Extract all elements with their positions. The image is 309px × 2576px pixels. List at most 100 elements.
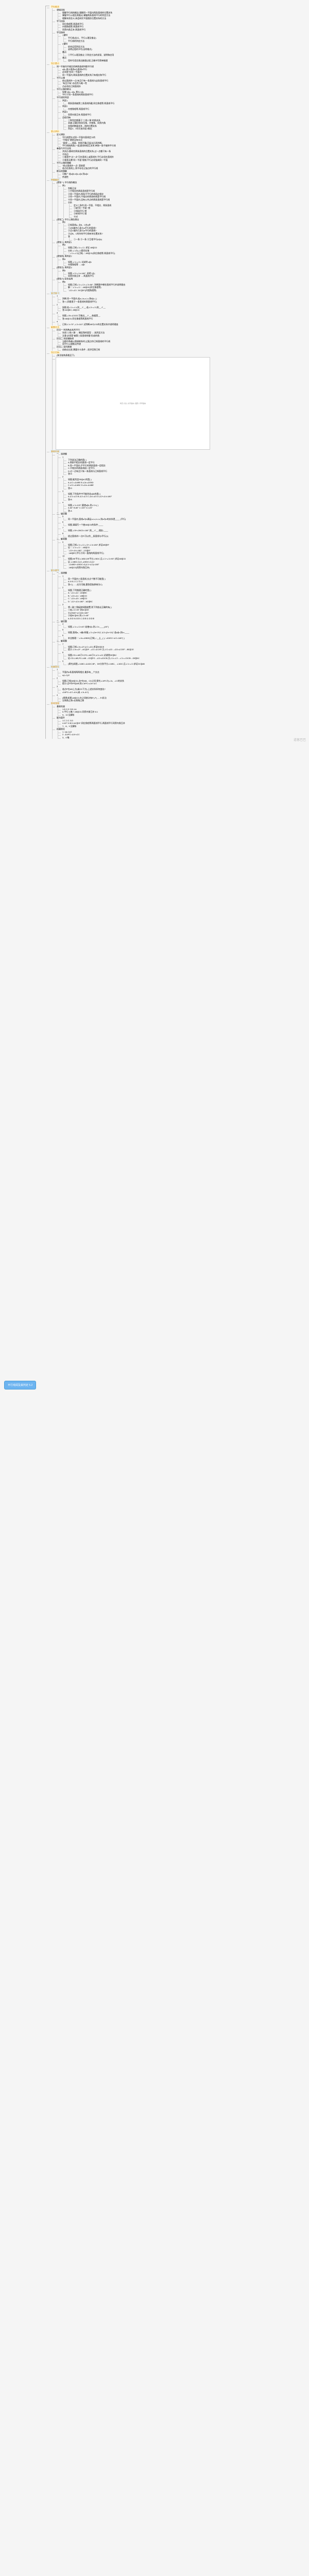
- tree-node: 如图,请填写一个使AB∥CD的条件:____: [67, 523, 304, 526]
- tree-node: 4(规律)如图,AB∥CD,在之间依次有P₁,P₂,…,Pₙ折点左侧角之和=右侧…: [56, 693, 304, 702]
- tree-node: 变式练习1判断:同一平面内,若a⊥b,a⊥c,则b∥c ( )答:√ (同垂直于…: [50, 292, 304, 326]
- tree-node: 一、选择题1下列说法正确的是( )A.两条不相交的直线一定平行B.同一平面内,不…: [56, 453, 304, 512]
- tree-node: 判定2内错角相等,两直线平行: [61, 105, 304, 110]
- tree-node: 不同点: [61, 153, 304, 156]
- tree-node: 经过直线外一点,有且只有一条直线与这条直线平行: [61, 79, 304, 82]
- tree-node: 答:√ (同垂直于一条直线的两直线平行): [61, 300, 304, 303]
- node-label: 3: [61, 489, 64, 493]
- leaf-text: ∵∠1=∠2(已知) ∴AB∥CD(同位角相等,两直线平行): [67, 252, 304, 255]
- tree-node: 如图,已知∠1=∠2=∠3=55°, 判断图中哪些直线平行并说明理由: [67, 283, 304, 286]
- tree-node: 如图,BE平分∠ABD,DE平分∠BDC,且∠1+∠2=90°,求证AB∥CD: [67, 557, 304, 560]
- leaf-text: D.过一点有且只有一条直线与已知直线平行: [67, 470, 304, 472]
- tree-node: 课程目标理解平行线的概念,理解同一平面内两条直线的位置关系掌握平行公理及其推论,…: [56, 8, 304, 20]
- tree-node: 6补全推理:∵∠A=∠BDE(已知),∴__∥__( ),∴∠DEC+∠C=18…: [61, 634, 304, 640]
- tree-node: 答:B: [67, 472, 304, 475]
- tree-node: 例6如图,已知∠1=∠2=∠3=55°, 判断图中哪些直线平行并说明理由解:∵∠…: [61, 280, 304, 292]
- tree-node: "直线"——线段、射线不算(可延长后再判断): [61, 142, 304, 144]
- tree-node: ∵∠1=∠2(已知) ∴AB∥CD(同位角相等,两直线平行): [67, 252, 304, 255]
- tree-node: 1.C 2.C 3.D: [61, 719, 304, 722]
- tree-node: 推论的理解可推广:若a∥b,b∥c,c∥d,则a∥d传递性: [56, 170, 304, 178]
- tree-node: 例1判断正误①不相交的两条直线是平行线②同一平面内,两条不平行的线段必相交③同一…: [61, 184, 304, 218]
- node-label: 10: [61, 554, 65, 557]
- leaf-text: A.60° B.80° C.100° D.120°: [67, 506, 304, 509]
- leaf-text: 如图,CD⊥AB于D,FG⊥AB于G,∠1=∠2,试说明DE∥BC: [67, 654, 304, 656]
- tree-node: 1平面内n条直线两两相交,最多有__个交点n(n-1)/2: [56, 668, 304, 676]
- tree-node: 平行线指两条(一组)直线的相互关系,单独一条不能称平行线: [61, 144, 304, 147]
- leaf-text: 提示:∠A=∠F→AC∥DF→∠C=∠CEF;又∠C=∠D→∠D=∠CEF→BD…: [67, 648, 304, 651]
- node-label: 3: [56, 311, 59, 314]
- tree-node: 提示:过P作PE∥AB,则∠APC=∠A+∠C: [61, 682, 304, 685]
- tree-node: [类型一] 平行线的概念例1判断正误①不相交的两条直线是平行线②同一平面内,两条…: [56, 181, 304, 218]
- leaf-text: 证:∵∠1=∠2 ∴AB∥CD: [67, 546, 304, 549]
- leaf-text: 内错角相等 → a∥b: [67, 263, 304, 266]
- leaf-text: 传递性: [61, 176, 304, 178]
- tree-node: 7、8、9 见解析: [61, 725, 304, 727]
- tree-node: 1判断:同一平面内,若a⊥b,a⊥c,则b∥c ( )答:√ (同垂直于一条直线…: [56, 295, 304, 303]
- tree-node: 平行公理经过直线外一点,有且只有一条直线与这条直线平行"有且只有":存在性与唯一…: [56, 76, 304, 88]
- tree-node: ①不相交的两条直线是平行线: [67, 190, 304, 192]
- tree-node: 同旁内角互补,两直线平行: [67, 113, 304, 116]
- tree-node: 一、选择题1同一平面内三条直线,交点个数不可能是( )A.0 B.1 C.2 D…: [56, 572, 304, 620]
- leaf-text: ②线段不行,错: [73, 210, 304, 212]
- tree-node: ④对: [73, 215, 304, 218]
- leaf-text: ①垂直中"过一点"可在直线上或直线外;平行必须在直线外: [61, 156, 304, 158]
- node-label: 4: [61, 501, 64, 504]
- node-label: 8: [61, 651, 64, 654]
- tree-node: 总结归纳三种判定都基于"三线八角"的角关系关键:正确识别同位角、内错角、同旁内角…: [61, 116, 304, 130]
- tree-node: 技法一 利用角关系判平行先找"三线八角"→ 确定角的类型 → 选判定方法注意:必…: [56, 329, 304, 337]
- leaf-text: 下列说法正确的是( ): [67, 459, 304, 461]
- tree-node: 判定 方法 | 文字语言 | 图形 | 符号语言: [56, 357, 304, 450]
- leaf-text: 平行线是针对同一平面内直线定义的: [61, 136, 304, 139]
- tree-node: ∵∠3+∠4=180° ∴CD∥EF: [67, 549, 304, 552]
- tree-node: 同一平面内不相交的两条直线叫做平行线a∥b 表示直线a与直线b平行必须是"在同一…: [56, 65, 304, 76]
- leaf-text: 同旁内角互补,两直线平行: [67, 113, 304, 116]
- leaf-text: 同一平面内,直线a与b满足a⊥c,b⊥c,则a与b的关系是____ (平行): [67, 518, 304, 520]
- tree-node: 2课时综合运用判定方法说明过程的书写(证明格式): [61, 42, 304, 50]
- tree-node: ①垂直中"过一点"可在直线上或直线外;平行必须在直线外: [61, 156, 304, 158]
- tree-node: 已知直线a, 点B、C在a外: [67, 224, 304, 226]
- tree-node: 内错角相等,两直线平行: [61, 25, 304, 28]
- tree-node: 1. n(n-1)/2: [61, 731, 304, 733]
- leaf-text: A.∠C=∠ABE B.∠A=∠EBD: [67, 481, 304, 484]
- leaf-text: 平行线(含义、平行公理及推论): [67, 37, 304, 39]
- tree-node: 同一平面内三条直线,交点个数不可能是( ): [67, 578, 304, 580]
- tree-node: 如图,∠B=∠DCE,可推出__∥__,依据是__: [61, 314, 304, 317]
- tree-node: [类型五] 用判定3例5如图,∠2+∠4=180°, 说明 l₁∥l₂同旁内角互…: [56, 266, 304, 278]
- tree-node: 综合运用判定方法: [67, 45, 304, 48]
- watermark: 道客巴巴: [294, 737, 306, 742]
- leaf-text: 答:B: [67, 472, 304, 475]
- leaf-text: 答:AD∥BC; AB∥CD: [61, 309, 304, 311]
- node-label: 4: [56, 320, 59, 323]
- tree-node: 1下列说法正确的是( )A.两条不相交的直线一定平行B.同一平面内,不平行的两条…: [61, 455, 304, 475]
- leaf-text: 平行于同一条直线的两条直线平行: [61, 93, 304, 96]
- tree-node: 1.B 2.D 3.B 4.A: [61, 708, 304, 710]
- tree-node: 知识要点同一平面内不相交的两条直线叫做平行线a∥b 表示直线a与直线b平行必须是…: [50, 62, 304, 130]
- tree-node: 如图,CD⊥AB于D,FG⊥AB于G,∠1=∠2,试说明DE∥BC: [67, 654, 304, 656]
- tree-node: 能力提升一、选择题1同一平面内三条直线,交点个数不可能是( )A.0 B.1 C…: [50, 569, 304, 665]
- tree-node: 技法三 逆向推理由结论出发,需要什么条件→逐步回到已知: [56, 346, 304, 351]
- tree-node: 理解平行线的概念,理解同一平面内两条直线的位置关系: [61, 11, 304, 14]
- tree-node: 答:D: [67, 487, 304, 489]
- node-label: 1: [56, 294, 59, 297]
- leaf-text: ①缺"同一平面",错: [73, 207, 304, 209]
- leaf-text: 如图,下列条件中不能判定a∥b的是( ): [67, 493, 304, 495]
- leaf-text: 9、10 见解析: [61, 714, 304, 716]
- leaf-text: 平行线指两条(一组)直线的相互关系,单独一条不能称平行线: [61, 144, 304, 147]
- tree-node: 2如图,若∠1=∠4,则__∥__;若∠2=∠3,则__∥__答:AD∥BC; …: [56, 303, 304, 311]
- leaf-text: 答:√ (同垂直于一条直线的两直线平行): [61, 300, 304, 303]
- tree-node: B.同一平面内,不平行的两条直线一定相交: [67, 464, 304, 467]
- tree-node: 证:∵∠1=∠2 ∴AB∥CD: [67, 546, 304, 549]
- tree-node: 7如图,已知∠A=∠F,∠C=∠D,求证BD∥CE提示:∠A=∠F→AC∥DF→…: [61, 642, 304, 651]
- tree-node: 如图,已知AB∥CD,点P在AB、CD之间,探究∠APC与∠A、∠C的关系: [61, 680, 304, 682]
- leaf-text: (规律)如图,AB∥CD,在之间依次有P₁,P₂,…,Pₙ折点: [61, 697, 304, 699]
- tree-node: A.∵∠1=∠2 ∴AD∥BC: [67, 591, 304, 594]
- node-label: 3: [56, 685, 59, 688]
- tree-node: B.∵∠3=∠4 ∴AB∥CD: [67, 595, 304, 597]
- tree-node: 平行线是针对同一平面内直线定义的: [61, 136, 304, 139]
- tree-node: 判定1两条直线被第三条直线所截,同位角相等,两直线平行: [61, 99, 304, 105]
- tree-node: "不相交"就是没有交点: [61, 139, 304, 141]
- leaf-text: 如图,能判定EB∥AC的是( ): [67, 478, 304, 481]
- tree-node: 若点P在AB上方(或CD下方),上述关系如何变化?: [61, 688, 304, 690]
- node-label: 1: [56, 668, 59, 671]
- leaf-text: 注意:必须是"被第三条直线所截"形成的角: [61, 334, 304, 337]
